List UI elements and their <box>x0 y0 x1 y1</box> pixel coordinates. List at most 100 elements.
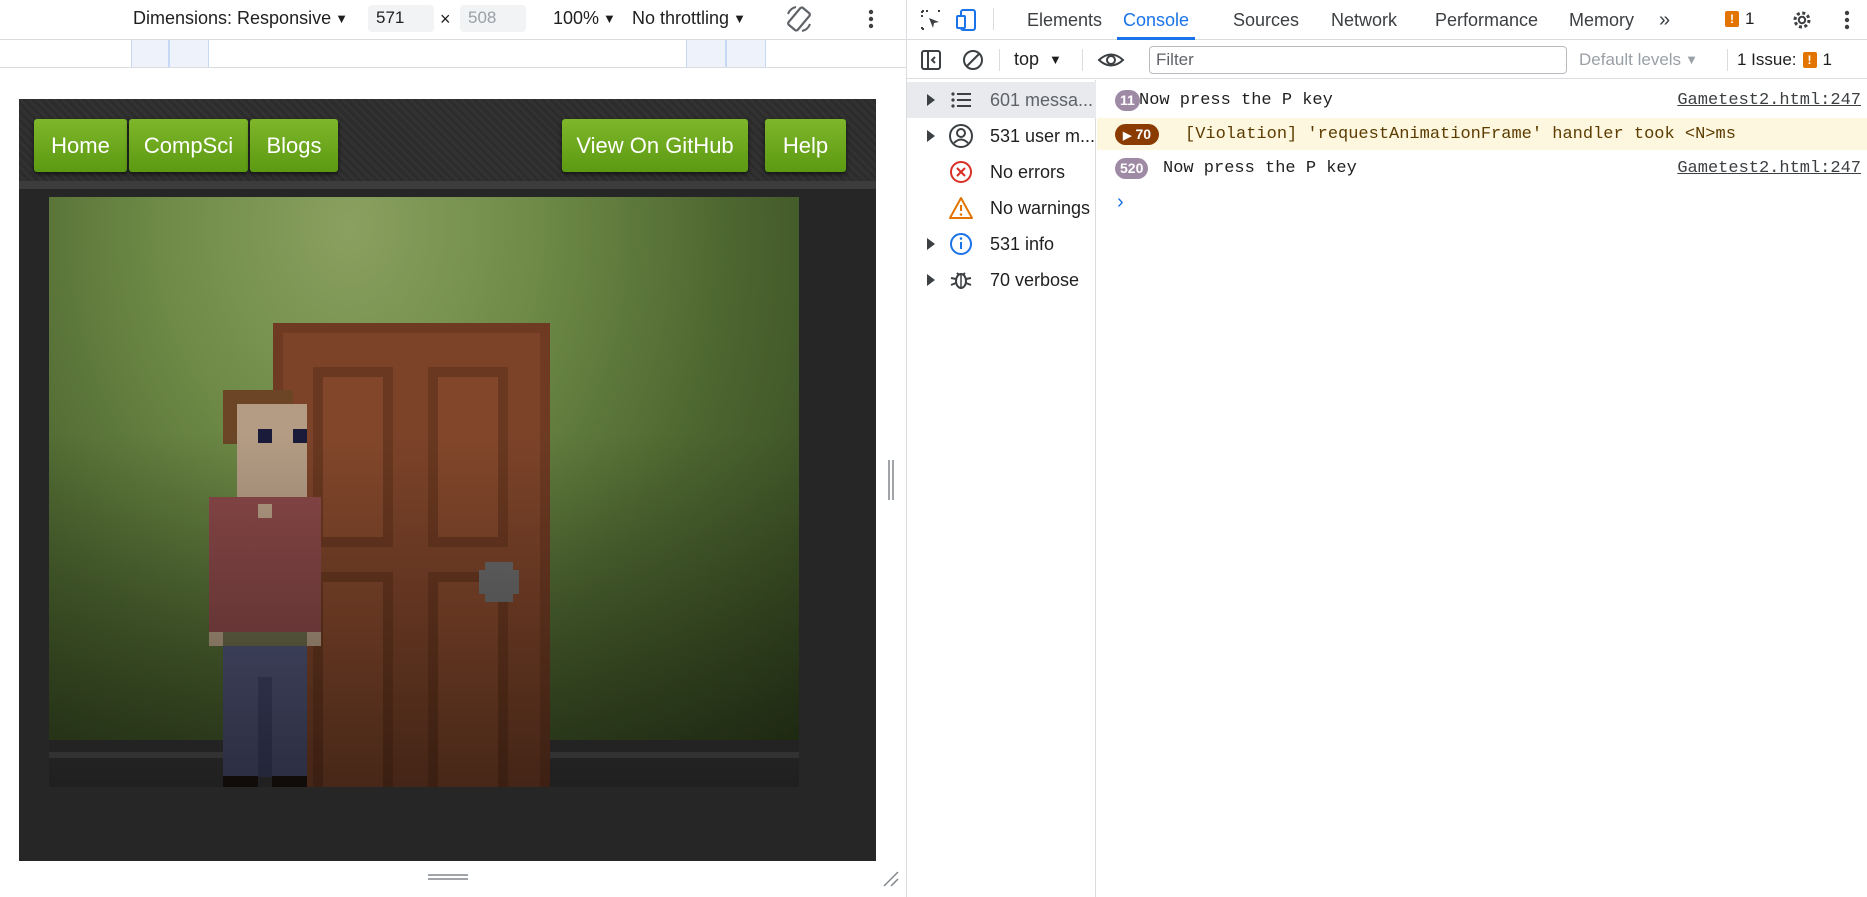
view-on-github-button[interactable]: View On GitHub <box>562 119 748 172</box>
dimensions-label: Dimensions: Responsive <box>133 8 332 28</box>
width-input[interactable]: 571 <box>368 5 434 32</box>
sidebar-item-info[interactable]: 531 info <box>907 226 1096 262</box>
side-resize-grip[interactable] <box>886 460 896 500</box>
chevron-down-icon: ▼ <box>603 11 616 26</box>
sidebar-item-label: No errors <box>990 161 1066 182</box>
sidebar-item-messages[interactable]: 601 messa... <box>907 82 1096 118</box>
separator <box>993 8 994 30</box>
issues-badge-count: 1 <box>1745 9 1755 28</box>
sidebar-item-label: 601 messa... <box>990 89 1094 110</box>
device-emulation-pane: Dimensions: Responsive ▼ 571 × 508 100% ▼ … <box>0 0 906 897</box>
sidebar-item-label: 531 user m... <box>990 125 1094 146</box>
repeat-count-badge: 520 <box>1115 157 1149 179</box>
tab-performance[interactable]: Performance <box>1435 0 1538 40</box>
console-message-violation[interactable]: ▶ 70 [Violation] 'requestAnimationFrame' … <box>1097 118 1867 150</box>
devtools-tabbar: Elements Console Sources Network Perform… <box>907 0 1867 40</box>
sidebar-item-label: 70 verbose <box>990 269 1080 290</box>
sidebar-item-label: 531 info <box>990 233 1055 254</box>
more-options-icon[interactable] <box>862 7 880 31</box>
help-button[interactable]: Help <box>765 119 846 172</box>
tab-sources[interactable]: Sources <box>1233 0 1299 40</box>
chevron-down-icon: ▼ <box>1049 52 1062 67</box>
issues-button[interactable]: 1 Issue: ! 1 <box>1737 50 1832 70</box>
device-toolbar-icon[interactable] <box>955 8 979 32</box>
height-input[interactable]: 508 <box>460 5 526 32</box>
repeat-count-badge: 11 <box>1115 89 1140 111</box>
times-symbol: × <box>440 9 451 29</box>
sidebar-item-user-messages[interactable]: 531 user m... <box>907 118 1096 154</box>
console-toolbar: top▼ Default levels▼ 1 Issue: ! 1 <box>907 41 1867 79</box>
expand-arrow-icon[interactable] <box>927 94 935 106</box>
console-message-text: Now press the P key <box>1163 158 1357 178</box>
separator <box>1727 49 1728 71</box>
repeat-count-badge: ▶ 70 <box>1115 123 1160 145</box>
issue-label: 1 Issue: <box>1737 50 1797 69</box>
shading-overlay <box>49 197 799 787</box>
settings-gear-icon[interactable] <box>1790 8 1814 32</box>
device-toolbar: Dimensions: Responsive ▼ 571 × 508 100% ▼ … <box>0 0 906 38</box>
console-sidebar: 601 messa... 531 user m... No errors No … <box>907 80 1096 897</box>
list-icon <box>951 92 971 108</box>
dimensions-select[interactable]: Dimensions: Responsive ▼ <box>133 8 348 29</box>
zoom-select[interactable]: 100% ▼ <box>553 8 616 29</box>
filter-input[interactable] <box>1149 46 1567 74</box>
media-query-ruler[interactable] <box>0 39 906 68</box>
site-navbar: Home CompSci Blogs View On GitHub Help <box>19 99 876 189</box>
sidebar-item-errors[interactable]: No errors <box>907 154 1096 190</box>
console-prompt-icon[interactable]: › <box>1117 191 1124 214</box>
tab-elements[interactable]: Elements <box>1027 0 1102 40</box>
context-select[interactable]: top ▼ <box>1014 49 1062 70</box>
tab-network[interactable]: Network <box>1331 0 1397 40</box>
source-link[interactable]: Gametest2.html:247 <box>1677 159 1861 178</box>
sidebar-toggle-icon[interactable] <box>919 48 943 72</box>
compsci-button[interactable]: CompSci <box>129 119 248 172</box>
log-levels-select[interactable]: Default levels ▼ <box>1579 50 1698 70</box>
console-output: 11 Now press the P key Gametest2.html:24… <box>1097 80 1867 897</box>
throttling-label: No throttling <box>632 8 730 28</box>
devtools-menu-icon[interactable] <box>1835 8 1859 32</box>
emulated-viewport: Home CompSci Blogs View On GitHub Help <box>19 99 876 861</box>
issues-badge[interactable]: ! 1 <box>1725 9 1754 29</box>
sidebar-item-label: No warnings <box>990 197 1091 218</box>
blogs-button[interactable]: Blogs <box>250 119 338 172</box>
more-tabs-icon[interactable]: » <box>1659 0 1670 40</box>
error-icon <box>950 161 972 183</box>
warning-icon <box>949 197 973 219</box>
bottom-resize-handle[interactable] <box>428 872 468 882</box>
tab-console[interactable]: Console <box>1117 0 1196 40</box>
rotate-icon[interactable] <box>784 4 814 34</box>
corner-resize-grip[interactable] <box>880 868 900 888</box>
separator <box>1082 49 1083 71</box>
home-button[interactable]: Home <box>34 119 127 172</box>
repeat-count: 70 <box>1135 125 1152 142</box>
inspect-element-icon[interactable] <box>919 8 943 32</box>
bug-icon <box>950 272 972 289</box>
throttling-select[interactable]: No throttling ▼ <box>632 8 746 29</box>
console-message-text: Now press the P key <box>1139 90 1333 110</box>
live-expression-eye-icon[interactable] <box>1097 48 1125 72</box>
info-icon <box>950 233 972 255</box>
expand-arrow-icon[interactable] <box>927 238 935 250</box>
game-canvas[interactable] <box>49 197 799 787</box>
source-link[interactable]: Gametest2.html:247 <box>1677 91 1861 110</box>
chevron-down-icon: ▼ <box>1685 52 1698 67</box>
tab-memory[interactable]: Memory <box>1569 0 1634 40</box>
expand-arrow-icon[interactable] <box>927 274 935 286</box>
console-message-text: [Violation] 'requestAnimationFrame' hand… <box>1185 124 1736 144</box>
log-levels-label: Default levels <box>1579 50 1682 69</box>
issue-count: 1 <box>1822 50 1833 69</box>
separator <box>999 49 1000 71</box>
console-message[interactable]: 11 Now press the P key Gametest2.html:24… <box>1097 84 1867 116</box>
expand-arrow-icon[interactable]: ▶ <box>1123 130 1131 142</box>
zoom-label: 100% <box>553 8 600 28</box>
expand-arrow-icon[interactable] <box>927 130 935 142</box>
clear-console-icon[interactable] <box>961 48 985 72</box>
chevron-down-icon: ▼ <box>335 11 348 26</box>
user-icon <box>949 124 973 148</box>
console-message[interactable]: 520 Now press the P key Gametest2.html:2… <box>1097 152 1867 184</box>
devtools-panel: Elements Console Sources Network Perform… <box>907 0 1867 897</box>
context-label: top <box>1014 49 1040 69</box>
sidebar-item-verbose[interactable]: 70 verbose <box>907 262 1096 298</box>
sidebar-item-warnings[interactable]: No warnings <box>907 190 1096 226</box>
warning-square-icon: ! <box>1725 11 1739 27</box>
